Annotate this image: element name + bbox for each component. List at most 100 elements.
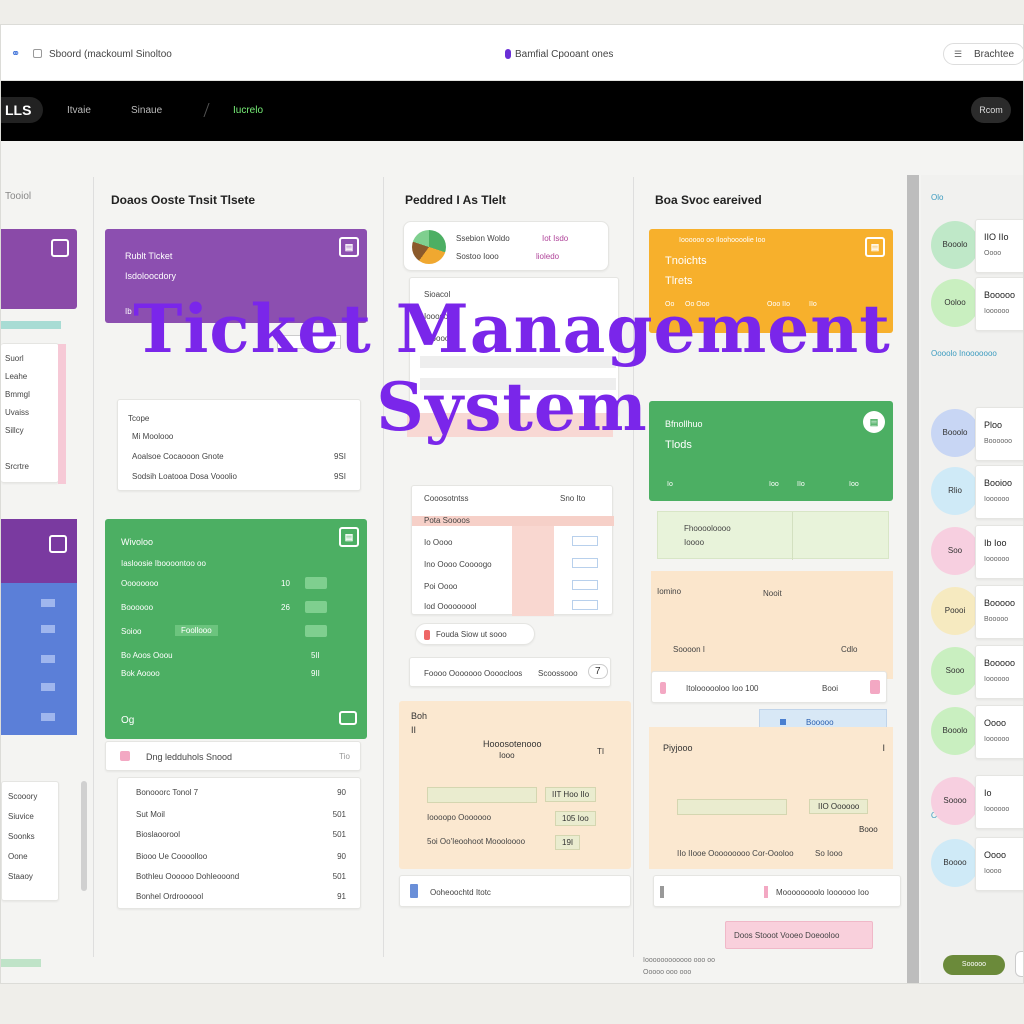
col3-peach-card[interactable]: Piyjooo I IIO Oooooo Booo IIo IIooe Oooo… [649, 727, 893, 869]
card-subtitle: Tlrets [665, 275, 693, 287]
ticket-icon [49, 535, 67, 553]
col3-pink-button[interactable]: Doos Stooot Vooeo Doeooloo [725, 921, 873, 949]
chip-bullet [780, 719, 786, 725]
row-title: Oooo [984, 718, 1007, 728]
row-title: Booooo [984, 658, 1016, 668]
peach-value: TI [597, 747, 605, 756]
table-cell [572, 580, 598, 590]
checkbox[interactable] [33, 49, 42, 58]
row-sub: Ioooooo [984, 806, 1010, 813]
status-circle: Boooo [931, 839, 979, 887]
col2-footer[interactable]: Ooheoochtd Itotc [399, 875, 631, 907]
card-row-label: Bo Aoos Ooou [121, 651, 173, 660]
right-panel-card: Ib Ioo Ioooooo [975, 525, 1023, 579]
doc-icon [410, 884, 418, 898]
below-green-row[interactable]: Dng ledduhols Snood Tio [105, 741, 361, 771]
summary-value: 7 [588, 664, 608, 679]
column-3-title: Boa Svoc eareived [655, 193, 762, 207]
stack-icon [339, 711, 357, 725]
right-panel-row[interactable]: Soooo Io Ioooooo [925, 775, 1023, 829]
peach-row-value: IIO Oooooo [809, 799, 869, 814]
row-chip [305, 625, 327, 637]
card-row-value: 5lI [311, 651, 320, 660]
row-sub: Ioooo [984, 868, 1002, 875]
peach-row-value: So Iooo [815, 849, 843, 858]
col3-mint[interactable]: Fhooooloooo Ioooo [657, 511, 889, 560]
col3-footer[interactable]: Moooooooolo Ioooooo Ioo [653, 875, 901, 907]
status-circle: Poooi [931, 587, 979, 635]
footer-text-2: Ooooo ooo ooo [643, 969, 692, 976]
nav-item-2[interactable]: Sinaue [131, 105, 162, 116]
peach-sub2: Iooo [499, 751, 515, 760]
left-scrollbar[interactable] [81, 781, 87, 891]
mint-sub: Ioooo [684, 538, 705, 547]
col3-cream[interactable]: Iomino Nooit Soooon I Cdlo [651, 571, 893, 679]
col2-pill[interactable]: Fouda Siow ut sooo [415, 623, 535, 645]
row-title: Booooo [984, 598, 1016, 608]
footer-label: Ooheoochtd Itotc [430, 888, 491, 897]
ticket-popup[interactable]: Ssebion Woldo Iot Isdo Sostoo Iooo liole… [403, 221, 609, 271]
right-panel-row[interactable]: Booolo IIO IIo Oooo [925, 219, 1023, 273]
table-cell [572, 558, 598, 568]
col3-pink-bar[interactable]: Itoloooooloo Ioo 100 Booi [651, 671, 887, 703]
card-row-label: Bok Aoooo [121, 669, 160, 678]
right-panel-row[interactable]: Poooi Booooo Booooo [925, 585, 1023, 639]
right-panel-card: Booooo Booooo [975, 585, 1023, 639]
row-title: Io [984, 788, 992, 798]
kanban-board: Tooiol Suorl Leahe Bmmgl Uvaiss Sillcy S… [1, 141, 1023, 983]
peach-sub: II [411, 725, 417, 735]
status-circle: Rlio [931, 467, 979, 515]
nav-right-button[interactable]: Rcom [971, 97, 1011, 123]
row-title: Oooo [984, 850, 1007, 860]
browser-topbar: ⚭ Sboord (mackouml Sinoltoo Bamfial Cpoo… [1, 25, 1023, 81]
col2-summary[interactable]: Foooo Ooooooo Oooocloos Scoossooo 7 [409, 657, 611, 687]
right-panel-row[interactable]: Rlio Booioo Ioooooo [925, 465, 1023, 519]
table-head: Cooosotntss [424, 494, 469, 503]
popup-line: Sostoo Iooo [456, 252, 499, 261]
column-1-title: Doaos Ooste Tnsit Tlsete [111, 193, 256, 207]
status-circle: Sooo [931, 647, 979, 695]
cream-left: Iomino [657, 587, 682, 596]
col2-peach-card[interactable]: Boh II Hooosotenooo Iooo TI IIT Hoo IIo … [399, 701, 631, 869]
panel-section-1: Olo [931, 193, 944, 202]
right-panel-card: Booooo Ioooooo [975, 645, 1023, 699]
app-window: ⚭ Sboord (mackouml Sinoltoo Bamfial Cpoo… [0, 24, 1024, 984]
right-panel-card: Io Ioooooo [975, 775, 1023, 829]
right-panel-row[interactable]: Sooo Booooo Ioooooo [925, 645, 1023, 699]
page-title-line-1: Ticket Management [133, 290, 891, 368]
nav-item-3[interactable]: Iucrelo [233, 105, 263, 116]
ticket-icon [51, 239, 69, 257]
left-stub-blue[interactable] [1, 583, 77, 735]
row-title: Booioo [984, 478, 1013, 488]
center-title: Bamfial Cpooant ones [515, 49, 614, 60]
right-panel-row[interactable]: Booolo Oooo Ioooooo [925, 705, 1023, 759]
list-row-label: Bothleu Oooooo Dohleooond [136, 872, 240, 881]
topbar-right-button[interactable]: ☰ Brachtee [943, 43, 1023, 65]
pill-label: Fouda Siow ut sooo [436, 630, 507, 639]
list-row-value: 501 [332, 810, 346, 819]
pink-mark-icon [870, 680, 880, 694]
right-panel-row[interactable]: Soo Ib Ioo Ioooooo [925, 525, 1023, 579]
pink-bar-label: Itoloooooloo Ioo 100 [686, 684, 759, 693]
list-row-label: Aoalsoe Cocaooon Gnote [132, 452, 224, 461]
window-title: Sboord (mackouml Sinoltoo [49, 49, 172, 60]
list-row-value: 9SI [333, 452, 346, 461]
pink-button-label: Doos Stooot Vooeo Doeooloo [734, 931, 840, 940]
right-panel-row[interactable]: Boooo Oooo Ioooo [925, 837, 1023, 891]
status-circle: Soo [931, 527, 979, 575]
mint-divider [792, 512, 793, 560]
app-logo[interactable]: LLS [1, 97, 43, 123]
link-icon[interactable]: ⚭ [11, 47, 20, 60]
row-title: IIO IIo [984, 232, 1009, 242]
footer-button[interactable]: Sooooo [943, 955, 1005, 975]
peach-row-value: Booo [859, 825, 878, 834]
nav-item-1[interactable]: Itvaie [67, 105, 91, 116]
right-panel-card: IIO IIo Oooo [975, 219, 1023, 273]
dot-icon [660, 886, 664, 898]
table-row: Poi Oooo [424, 582, 458, 591]
row-sub: Booooo [984, 616, 1009, 623]
left-stub-purple-2[interactable] [1, 519, 77, 583]
ticket-card-green[interactable]: Wivoloo Iasloosie Iboooontoo oo ▤ Oooooo… [105, 519, 367, 739]
footer-toggle[interactable] [1015, 951, 1023, 977]
row-chip [305, 601, 327, 613]
